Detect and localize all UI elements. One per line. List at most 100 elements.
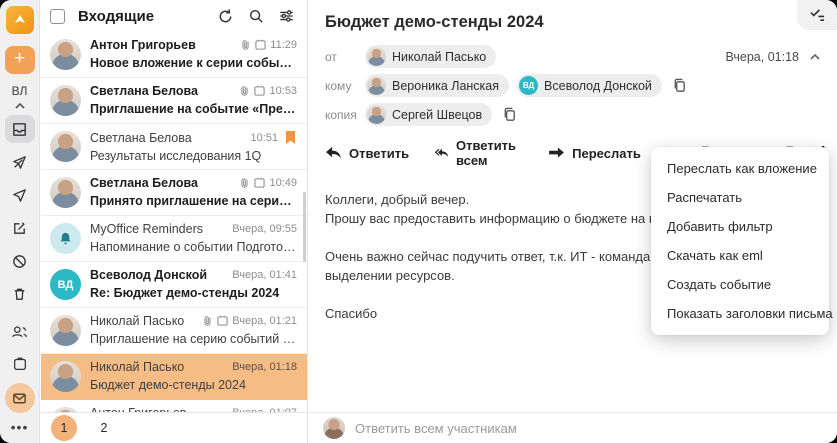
filter-settings-icon[interactable]	[278, 8, 295, 24]
avatar	[50, 39, 81, 70]
avatar	[50, 361, 81, 392]
more-apps-icon[interactable]: •••	[11, 419, 29, 435]
time: Вчера, 01:41	[232, 269, 297, 281]
sender-name: Николай Пасько	[90, 360, 185, 374]
collapse-header-icon[interactable]	[809, 53, 821, 61]
contact-name: Сергей Швецов	[392, 107, 483, 122]
app-rail: + ВЛ •••	[0, 0, 40, 443]
quick-reply-placeholder: Ответить всем участникам	[355, 420, 517, 436]
menu-item-print[interactable]: Распечатать	[651, 183, 829, 212]
sidebar-item-spam[interactable]	[5, 247, 35, 275]
mail-app-window: + ВЛ ••• Входящие Антон Григорьев 11:29 …	[0, 0, 837, 443]
contact-chip-to[interactable]: Вероника Ланская	[365, 74, 510, 97]
copy-cc-icon[interactable]	[502, 107, 517, 123]
collapse-chevron-icon[interactable]	[14, 102, 26, 110]
avatar	[50, 131, 81, 162]
sender-name: Светлана Белова	[90, 130, 192, 145]
row-meta: 10:51	[250, 130, 297, 145]
app-calendar-icon[interactable]	[5, 350, 35, 378]
user-avatar	[323, 417, 345, 439]
page-button-2[interactable]: 2	[91, 415, 117, 441]
sender-name: Светлана Белова	[90, 84, 198, 98]
list-scrollbar[interactable]	[303, 192, 306, 262]
bookmark-flag-icon	[286, 131, 295, 144]
row-meta: Вчера, 01:18	[232, 361, 297, 373]
row-meta: 10:53	[239, 85, 297, 97]
subject: Новое вложение к серии событий «Аналити…	[90, 56, 297, 70]
menu-item-forward-as-attachment[interactable]: Переслать как вложение	[651, 154, 829, 183]
contact-name: Всеволод Донской	[544, 78, 652, 93]
forward-icon	[549, 147, 565, 158]
attachment-icon	[242, 40, 249, 50]
avatar	[367, 105, 386, 124]
time: 10:53	[269, 85, 297, 97]
contact-name: Николай Пасько	[392, 49, 487, 64]
row-meta: Вчера, 01:41	[232, 269, 297, 281]
sender-name: Николай Пасько	[90, 314, 185, 328]
sender-name: Светлана Белова	[90, 176, 198, 190]
calendar-badge-icon	[254, 177, 266, 188]
row-meta: Вчера, 01:21	[202, 315, 297, 327]
sender-name: MyOffice Reminders	[90, 222, 203, 236]
email-row[interactable]: MyOffice Reminders Вчера, 09:55 Напомина…	[41, 216, 307, 262]
attachment-icon	[241, 178, 249, 188]
email-row[interactable]: Антон Григорьев 11:29 Новое вложение к с…	[41, 32, 307, 78]
forward-button[interactable]: Переслать	[548, 146, 641, 161]
search-icon[interactable]	[248, 8, 264, 24]
email-row[interactable]: Антон Григорьев Вчера, 01:07	[41, 400, 307, 412]
menu-item-show-headers[interactable]: Показать заголовки письма	[651, 299, 833, 328]
reply-button[interactable]: Ответить	[325, 146, 409, 161]
menu-item-create-event[interactable]: Создать событие	[651, 270, 829, 299]
avatar	[50, 177, 81, 208]
email-row[interactable]: Светлана Белова 10:49 Принято приглашени…	[41, 170, 307, 216]
email-row-selected[interactable]: Николай Пасько Вчера, 01:18 Бюджет демо-…	[41, 354, 307, 400]
app-contacts-icon[interactable]	[5, 317, 35, 345]
reply-all-button[interactable]: Ответить всем	[435, 138, 522, 168]
sidebar-item-drafts[interactable]	[5, 214, 35, 242]
from-label: от	[325, 49, 337, 64]
initials-avatar: ВД	[50, 269, 81, 300]
contact-chip-cc[interactable]: Сергей Швецов	[365, 103, 493, 126]
sidebar-item-trash[interactable]	[5, 280, 35, 308]
attachment-icon	[204, 316, 211, 326]
contact-chip-to[interactable]: ВД Всеволод Донской	[517, 74, 662, 97]
row-meta: 10:49	[239, 177, 297, 189]
avatar	[50, 315, 81, 346]
calendar-badge-icon	[254, 85, 266, 96]
avatar	[367, 76, 386, 95]
row-meta: Вчера, 09:55	[232, 223, 297, 235]
contact-name: Вероника Ланская	[392, 78, 500, 93]
email-subject-title: Бюджет демо-стенды 2024	[325, 13, 544, 31]
compose-new-button[interactable]: +	[4, 46, 35, 74]
app-logo-icon[interactable]	[5, 6, 34, 34]
calendar-badge-icon	[217, 315, 228, 326]
sidebar-item-inbox[interactable]	[4, 115, 35, 143]
email-row[interactable]: Светлана Белова 10:51 Результаты исследо…	[41, 124, 307, 170]
app-mail-icon[interactable]	[4, 383, 35, 413]
email-row[interactable]: ВД Всеволод Донской Вчера, 01:41 Re: Бюд…	[41, 262, 307, 308]
sender-name: Антон Григорьев	[90, 38, 196, 52]
menu-item-download-eml[interactable]: Скачать как eml	[651, 241, 829, 270]
refresh-icon[interactable]	[217, 8, 234, 25]
copy-recipients-icon[interactable]	[672, 78, 687, 94]
subject: Напоминание о событии Подготовить отчет…	[90, 240, 297, 254]
reply-all-icon	[435, 148, 449, 157]
contact-chip-from[interactable]: Николай Пасько	[365, 45, 497, 68]
sidebar-item-scheduled[interactable]	[5, 148, 35, 176]
email-date: Вчера, 01:18	[725, 50, 821, 64]
email-list-panel: Входящие Антон Григорьев 11:29 Новое вло…	[41, 0, 308, 443]
email-row[interactable]: Николай Пасько Вчера, 01:21 Приглашение …	[41, 308, 307, 354]
cc-label: копия	[325, 107, 357, 122]
user-initials[interactable]: ВЛ	[12, 84, 28, 98]
time: Вчера, 09:55	[232, 223, 297, 235]
bell-icon	[60, 232, 71, 245]
sidebar-item-sent[interactable]	[5, 181, 35, 209]
select-all-checkbox[interactable]	[50, 8, 65, 24]
quick-reply-bar[interactable]: Ответить всем участникам	[309, 412, 837, 443]
email-row[interactable]: Светлана Белова 10:53 Приглашение на соб…	[41, 78, 307, 124]
checklist-toggle-button[interactable]	[797, 0, 837, 30]
subject: Принято приглашение на серию событий «…	[90, 194, 297, 208]
page-button-1[interactable]: 1	[51, 415, 77, 441]
menu-item-add-filter[interactable]: Добавить фильтр	[651, 212, 829, 241]
time: 10:49	[269, 177, 297, 189]
